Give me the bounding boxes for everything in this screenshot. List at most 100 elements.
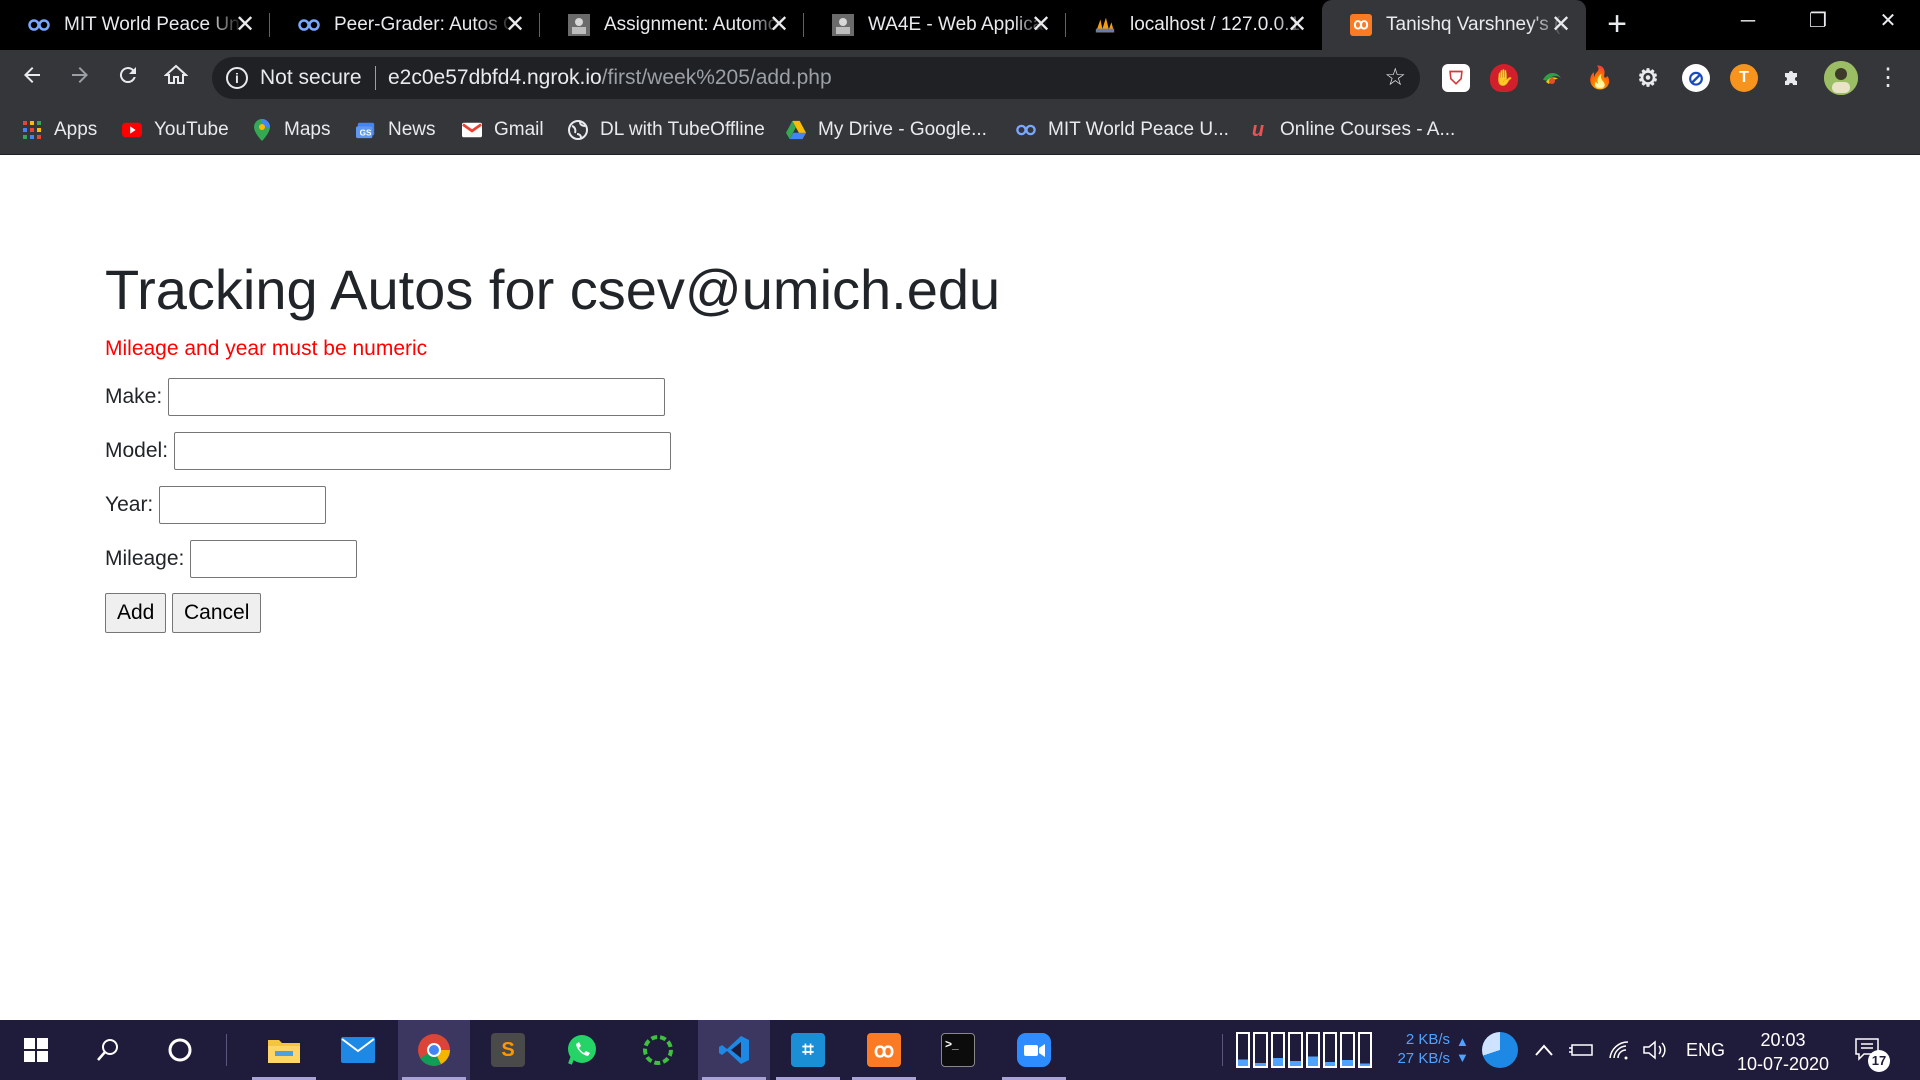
xampp-icon: ꝏ — [867, 1033, 901, 1067]
bookmark-google-drive[interactable]: My Drive - Google... — [786, 117, 987, 143]
bookmark-label: Online Courses - A... — [1280, 119, 1456, 140]
cortana-button[interactable] — [144, 1020, 216, 1080]
profile-avatar[interactable] — [1824, 61, 1858, 95]
make-row: Make: — [105, 378, 666, 416]
system-clock[interactable]: 20:03 10-07-2020 — [1728, 1028, 1838, 1076]
puzzle-icon[interactable] — [1778, 64, 1806, 92]
usage-pie-icon[interactable] — [1482, 1032, 1518, 1068]
taskbar-whatsapp[interactable] — [546, 1020, 618, 1080]
tab-assignment[interactable]: Assignment: Automobiles ✕ — [540, 0, 804, 50]
t-extension-icon[interactable]: T — [1730, 64, 1758, 92]
bookmark-star-icon[interactable]: ☆ — [1384, 63, 1406, 92]
taskbar-terminal[interactable]: >_ — [922, 1020, 994, 1080]
make-input[interactable] — [168, 378, 666, 416]
bookmark-maps[interactable]: Maps — [252, 117, 330, 143]
gmail-icon — [462, 120, 482, 140]
close-window-button[interactable]: ✕ — [1856, 0, 1920, 42]
mileage-input[interactable] — [190, 540, 358, 578]
taskbar-mail[interactable] — [322, 1020, 394, 1080]
info-icon[interactable]: i — [226, 67, 248, 89]
battery-icon[interactable] — [1568, 1020, 1594, 1080]
year-label: Year: — [105, 493, 154, 516]
bookmarks-bar: Apps YouTube Maps GS News Gmail DL with … — [0, 106, 1920, 155]
minimize-button[interactable]: ─ — [1716, 0, 1780, 42]
home-button[interactable] — [158, 60, 194, 96]
taskbar-sublime-text[interactable]: S — [472, 1020, 544, 1080]
action-center-button[interactable]: 17 — [1854, 1020, 1890, 1080]
taskbar-xampp[interactable]: ꝏ — [848, 1020, 920, 1080]
globe-icon — [568, 120, 588, 140]
language-indicator[interactable]: ENG — [1686, 1020, 1725, 1080]
taskbar-chrome[interactable] — [398, 1020, 470, 1080]
start-button[interactable] — [0, 1020, 72, 1080]
taskbar-progress-app[interactable] — [622, 1020, 694, 1080]
model-input[interactable] — [174, 432, 672, 470]
cpu-meter-widget[interactable] — [1236, 1032, 1372, 1068]
restore-button[interactable]: ❐ — [1786, 0, 1850, 42]
bookmark-tubeoffline[interactable]: DL with TubeOffline — [568, 117, 765, 143]
fire-extension-icon[interactable]: 🔥 — [1586, 64, 1614, 92]
close-icon[interactable]: ✕ — [502, 12, 528, 38]
volume-icon[interactable] — [1642, 1020, 1668, 1080]
block-extension-icon[interactable]: ⊘ — [1682, 64, 1710, 92]
add-button[interactable]: Add — [105, 593, 167, 633]
taskbar-ide-app[interactable]: ⌗ — [772, 1020, 844, 1080]
close-icon[interactable]: ✕ — [1284, 12, 1310, 38]
show-hidden-icons[interactable] — [1534, 1020, 1554, 1080]
url-host: e2c0e57dbfd4.ngrok.io — [388, 66, 602, 89]
address-bar[interactable]: i Not secure e2c0e57dbfd4.ngrok.io/first… — [212, 57, 1420, 99]
vscode-icon — [719, 1036, 749, 1064]
gear-extension-icon[interactable]: ⚙ — [1634, 64, 1662, 92]
tab-wa4e[interactable]: WA4E - Web Applications ✕ — [804, 0, 1066, 50]
udemy-icon: u — [1251, 118, 1265, 141]
tab-title: MIT World Peace University — [64, 14, 244, 35]
meter-bar — [1357, 1032, 1372, 1068]
tab-peer-grader[interactable]: Peer-Grader: Autos CRUD ✕ — [270, 0, 540, 50]
bookmark-label: Maps — [284, 119, 331, 140]
mileage-row: Mileage: — [105, 540, 358, 578]
pocket-extension-icon[interactable]: ⛉ — [1442, 64, 1470, 92]
taskbar-zoom[interactable] — [998, 1020, 1070, 1080]
bookmark-gmail[interactable]: Gmail — [462, 117, 544, 143]
tab-mit-wpu[interactable]: MIT World Peace University ✕ — [0, 0, 270, 50]
link-logo-icon — [298, 14, 320, 36]
url-text[interactable]: e2c0e57dbfd4.ngrok.io/first/week%205/add… — [388, 66, 832, 90]
model-row: Model: — [105, 432, 672, 470]
adblock-extension-icon[interactable]: ✋ — [1490, 64, 1518, 92]
chevron-up-icon — [1535, 1044, 1553, 1056]
tab-tanishq-active[interactable]: ꝏ Tanishq Varshney's (add) ✕ — [1322, 0, 1586, 50]
meter-bar — [1322, 1032, 1338, 1068]
tab-title: Tanishq Varshney's (add) — [1386, 14, 1566, 35]
forward-button[interactable] — [62, 60, 98, 96]
menu-kebab-icon[interactable]: ⋮ — [1870, 60, 1906, 96]
reload-button[interactable] — [110, 60, 146, 96]
bookmark-online-courses[interactable]: u Online Courses - A... — [1248, 117, 1455, 143]
bookmark-apps[interactable]: Apps — [22, 117, 97, 143]
clock-time: 20:03 — [1760, 1030, 1806, 1050]
taskbar-file-explorer[interactable] — [248, 1020, 320, 1080]
wifi-icon[interactable] — [1608, 1020, 1630, 1080]
colorful-extension-icon[interactable] — [1538, 64, 1566, 92]
security-status[interactable]: Not secure — [260, 66, 362, 90]
close-icon[interactable]: ✕ — [766, 12, 792, 38]
back-button[interactable] — [14, 60, 50, 96]
bookmark-youtube[interactable]: YouTube — [122, 117, 229, 143]
meter-bar — [1340, 1032, 1355, 1068]
close-icon[interactable]: ✕ — [1028, 12, 1054, 38]
tab-title: localhost / 127.0.0.1 — [1130, 14, 1301, 35]
new-tab-button[interactable]: + — [1600, 7, 1634, 42]
bookmark-news[interactable]: GS News — [356, 117, 436, 143]
bookmark-label: News — [388, 119, 436, 140]
taskbar-vscode[interactable] — [698, 1020, 770, 1080]
tab-strip: MIT World Peace University ✕ Peer-Grader… — [0, 0, 1920, 50]
tab-localhost[interactable]: localhost / 127.0.0.1 ✕ — [1066, 0, 1322, 50]
search-button[interactable] — [72, 1020, 144, 1080]
bookmark-mit-wpu[interactable]: MIT World Peace U... — [1016, 117, 1229, 143]
close-icon[interactable]: ✕ — [1548, 12, 1574, 38]
cancel-button[interactable]: Cancel — [172, 593, 262, 633]
folder-icon — [268, 1040, 300, 1063]
mail-icon — [341, 1037, 375, 1063]
year-input[interactable] — [159, 486, 327, 524]
close-icon[interactable]: ✕ — [232, 12, 258, 38]
sublime-icon: S — [491, 1033, 525, 1067]
